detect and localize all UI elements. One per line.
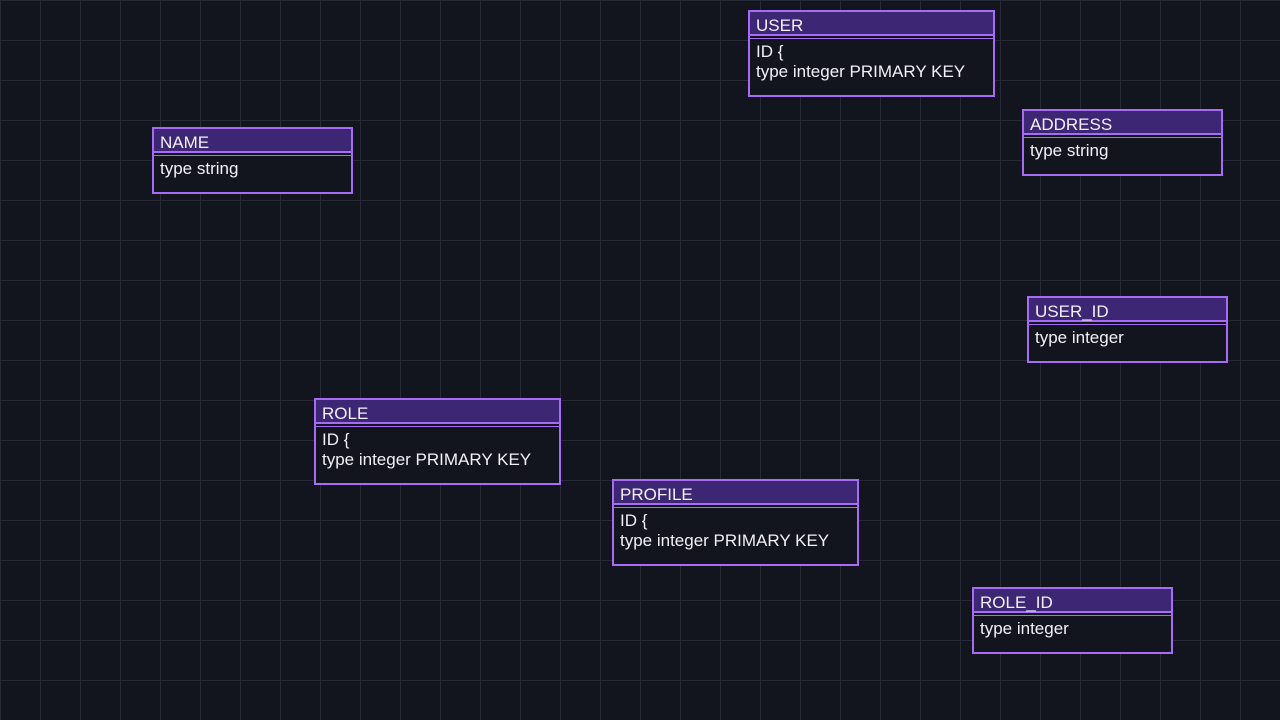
entity-role-id[interactable]: ROLE_ID type integer [972, 587, 1173, 654]
entity-address[interactable]: ADDRESS type string [1022, 109, 1223, 176]
entity-profile[interactable]: PROFILE ID { type integer PRIMARY KEY [612, 479, 859, 566]
entity-name[interactable]: NAME type string [152, 127, 353, 194]
entity-role-id-title: ROLE_ID [974, 589, 1171, 613]
entity-role-fields: ID { type integer PRIMARY KEY [322, 430, 532, 469]
entity-user-title: USER [750, 12, 993, 36]
entity-user-id-title: USER_ID [1029, 298, 1226, 322]
diagram-canvas[interactable]: USER ID { type integer PRIMARY KEY ADDRE… [0, 0, 1280, 720]
entity-role[interactable]: ROLE ID { type integer PRIMARY KEY [314, 398, 561, 485]
entity-user[interactable]: USER ID { type integer PRIMARY KEY [748, 10, 995, 97]
entity-user-id[interactable]: USER_ID type integer [1027, 296, 1228, 363]
entity-name-fields: type string [160, 159, 239, 178]
entity-user-id-fields: type integer [1035, 328, 1124, 347]
entity-profile-title: PROFILE [614, 481, 857, 505]
entity-address-fields: type string [1030, 141, 1109, 160]
entity-user-fields: ID { type integer PRIMARY KEY [756, 42, 966, 81]
entity-profile-fields: ID { type integer PRIMARY KEY [620, 511, 830, 550]
entity-role-title: ROLE [316, 400, 559, 424]
entity-name-title: NAME [154, 129, 351, 153]
entity-address-title: ADDRESS [1024, 111, 1221, 135]
entity-role-id-fields: type integer [980, 619, 1069, 638]
